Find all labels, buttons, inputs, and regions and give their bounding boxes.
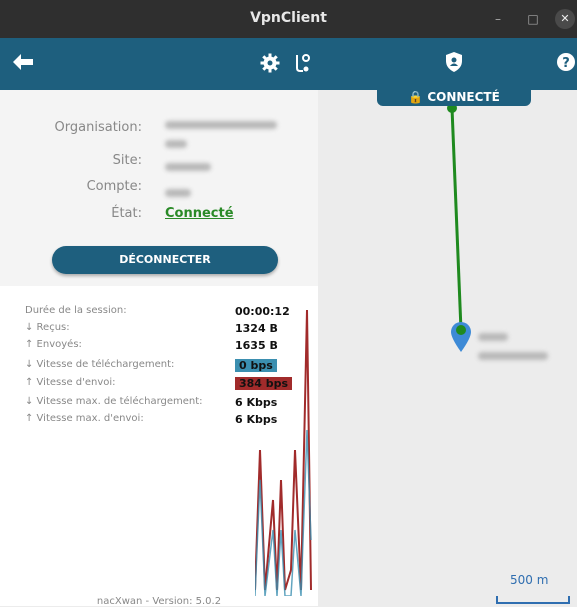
throughput-graph (255, 309, 312, 596)
gear-icon[interactable] (260, 53, 280, 76)
compte-label: Compte: (86, 179, 142, 194)
close-button[interactable]: ✕ (555, 9, 575, 29)
toolbar: ? (0, 38, 577, 90)
etat-value[interactable]: Connecté (165, 206, 234, 221)
map-view[interactable] (318, 90, 577, 606)
compte-value (165, 182, 305, 197)
map-scale-bar (496, 596, 570, 604)
stat-label: ↑ Vitesse d'envoi: (25, 377, 116, 388)
back-arrow-icon[interactable] (12, 53, 34, 74)
stat-label: Durée de la session: (25, 305, 127, 316)
window-titlebar: VpnClient – □ ✕ (0, 0, 577, 38)
maximize-button[interactable]: □ (523, 9, 543, 29)
site-label: Site: (112, 153, 142, 168)
svg-text:?: ? (562, 56, 570, 71)
shield-icon[interactable] (445, 51, 463, 76)
help-icon[interactable]: ? (556, 52, 576, 75)
stat-label: ↓ Vitesse max. de téléchargement: (25, 396, 203, 407)
route-line (450, 107, 463, 331)
disconnect-button[interactable]: DÉCONNECTER (52, 246, 278, 274)
connected-status-badge: 🔒 CONNECTÉ (377, 88, 531, 106)
site-location-label (478, 326, 548, 364)
organisation-value (165, 114, 305, 148)
stat-label: ↑ Envoyés: (25, 339, 82, 350)
version-footer: nacXwan - Version: 5.0.2 (96, 596, 222, 607)
location-pin-icon (451, 322, 471, 352)
stat-label: ↓ Vitesse de téléchargement: (25, 359, 175, 370)
lock-icon: 🔒 (408, 90, 424, 104)
stat-label: ↑ Vitesse max. d'envoi: (25, 413, 144, 424)
site-value (165, 156, 305, 171)
stat-label: ↓ Reçus: (25, 322, 70, 333)
connected-label: CONNECTÉ (427, 90, 500, 104)
etat-label: État: (111, 206, 142, 221)
map-scale-label: 500 m (510, 573, 549, 587)
organisation-label: Organisation: (54, 120, 142, 135)
route-icon[interactable] (294, 53, 310, 76)
minimize-button[interactable]: – (488, 9, 508, 29)
